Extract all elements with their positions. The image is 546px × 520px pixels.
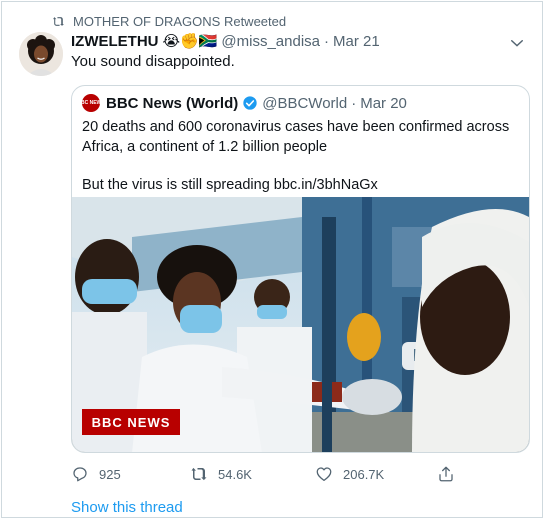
retweet-count: 54.6K [218, 466, 252, 482]
tweet-actions: 925 54.6K 206.7K [71, 465, 471, 489]
header-separator: · [324, 32, 329, 50]
avatar[interactable] [19, 32, 63, 76]
share-icon [439, 466, 453, 482]
quoted-author-handle: @BBCWorld [262, 94, 348, 112]
show-thread-link[interactable]: Show this thread [71, 499, 183, 516]
avatar-image [19, 32, 63, 76]
chevron-down-icon[interactable] [508, 34, 526, 52]
quoted-tweet-header: BBC NEWS BBC News (World) @BBCWorld · Ma… [77, 94, 407, 112]
quoted-avatar-text: BBC NEWS [77, 99, 105, 106]
author-name[interactable]: IZWELETHU [71, 33, 159, 50]
verified-badge-icon [243, 96, 257, 110]
tweet-card[interactable]: MOTHER OF DRAGONS Retweeted IZWELETHU 😭✊… [1, 1, 543, 518]
reply-button[interactable]: 925 [71, 465, 121, 483]
reply-icon [73, 467, 87, 482]
quoted-separator: · [351, 94, 357, 112]
quoted-paragraph-2: But the virus is still spreading bbc.in/… [82, 177, 378, 193]
retweet-text: MOTHER OF DRAGONS Retweeted [73, 14, 287, 29]
retweet-button[interactable]: 54.6K [190, 465, 252, 483]
reply-count: 925 [99, 466, 121, 482]
retweet-indicator: MOTHER OF DRAGONS Retweeted [52, 14, 286, 29]
author-handle[interactable]: @miss_andisa [221, 33, 320, 50]
media-watermark: BBC NEWS [92, 415, 171, 430]
quoted-tweet-image[interactable]: BBC NEWS [72, 197, 529, 452]
author-emoji: 😭✊🇿🇦 [162, 33, 218, 50]
like-count: 206.7K [343, 466, 385, 482]
tweet-text: You sound disappointed. [71, 53, 235, 70]
media-photo: BBC NEWS [72, 197, 529, 452]
quoted-date: Mar 20 [360, 94, 407, 112]
quoted-avatar: BBC NEWS [77, 94, 105, 112]
quoted-tweet[interactable]: BBC NEWS BBC News (World) @BBCWorld · Ma… [71, 85, 530, 453]
like-icon [316, 467, 332, 482]
share-button[interactable] [437, 465, 465, 483]
retweet-icon [53, 17, 64, 26]
retweet-action-icon [191, 467, 207, 481]
quoted-author-name: BBC News (World) [106, 94, 239, 112]
quoted-tweet-text: 20 deaths and 600 coronavirus cases have… [82, 117, 522, 195]
quoted-paragraph-1: 20 deaths and 600 coronavirus cases have… [82, 119, 510, 155]
tweet-header: IZWELETHU 😭✊🇿🇦 @miss_andisa · Mar 21 [71, 32, 380, 51]
like-button[interactable]: 206.7K [315, 465, 384, 483]
tweet-date[interactable]: Mar 21 [333, 33, 380, 50]
